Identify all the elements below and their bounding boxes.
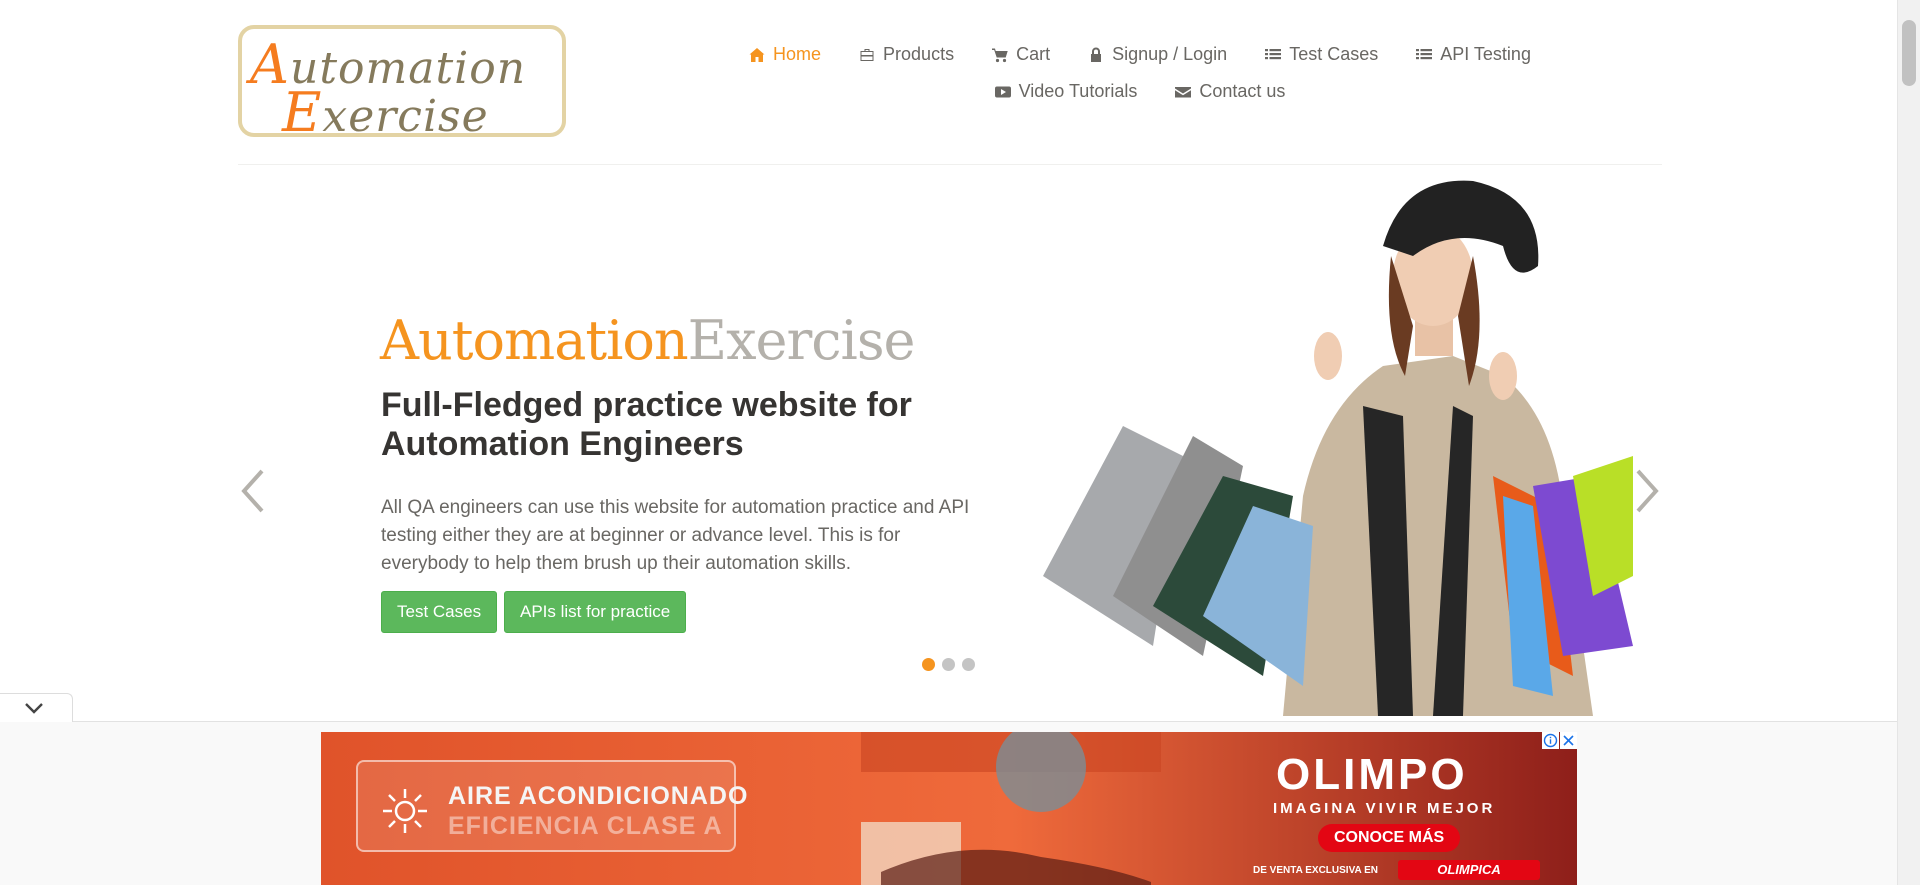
ad-close-button[interactable]: [1560, 732, 1577, 749]
nav-test-cases[interactable]: Test Cases: [1265, 44, 1378, 65]
ad-brand-name: OLIMPO: [1276, 750, 1468, 799]
briefcase-icon: [860, 48, 874, 61]
ad-exclusive-text: DE VENTA EXCLUSIVA EN: [1253, 865, 1379, 876]
carousel-prev-button[interactable]: [238, 466, 268, 516]
ad-subheadline: EFICIENCIA CLASE A: [448, 812, 723, 840]
nav-products[interactable]: Products: [859, 44, 954, 65]
logo-line-2: Exercise: [282, 81, 489, 144]
main-nav: Home Products Cart Signup / Login Test C…: [720, 36, 1560, 110]
hero-headline: Full-Fledged practice website for Automa…: [381, 386, 912, 463]
envelope-icon: [1175, 86, 1192, 97]
ad-store-logo: OLIMPICA: [1398, 860, 1540, 880]
header-divider: [238, 164, 1662, 165]
chevron-right-icon: [1636, 469, 1659, 513]
snowflake-sun-icon: [383, 789, 427, 833]
advertisement[interactable]: AIRE ACONDICIONADO EFICIENCIA CLASE A OL…: [321, 732, 1577, 885]
site-logo[interactable]: Automation Exercise: [238, 25, 566, 144]
page-scrollbar[interactable]: [1897, 0, 1920, 885]
nav-api-testing[interactable]: API Testing: [1416, 44, 1531, 65]
ad-info-button[interactable]: [1542, 732, 1559, 749]
carousel-dot-1[interactable]: [922, 658, 935, 671]
hero-carousel: AutomationExercise Full-Fledged practice…: [238, 176, 1662, 716]
carousel-next-button[interactable]: [1632, 466, 1662, 516]
hero-description: All QA engineers can use this website fo…: [381, 497, 970, 574]
chevron-down-icon: [25, 703, 43, 714]
ad-headline: AIRE ACONDICIONADO: [448, 782, 749, 810]
nav-signup-login[interactable]: Signup / Login: [1088, 44, 1227, 65]
list-icon: [1265, 48, 1282, 59]
ad-cta-button[interactable]: CONOCE MÁS: [1318, 824, 1461, 852]
list-icon: [1416, 48, 1433, 59]
carousel-indicators: [922, 658, 975, 671]
cart-icon: [992, 48, 1008, 62]
apis-list-button[interactable]: APIs list for practice: [504, 591, 687, 633]
ad-feature-box: AIRE ACONDICIONADO EFICIENCIA CLASE A: [356, 760, 747, 852]
close-icon: [1563, 735, 1574, 746]
hero-brand-title: AutomationExercise: [380, 309, 915, 372]
ad-collapse-toggle[interactable]: [0, 693, 73, 722]
nav-home[interactable]: Home: [749, 44, 821, 65]
nav-cart[interactable]: Cart: [992, 44, 1050, 65]
carousel-dot-2[interactable]: [942, 658, 955, 671]
page: Automation Exercise Home Products Cart S…: [0, 0, 1898, 885]
ad-tagline: IMAGINA VIVIR MEJOR: [1273, 800, 1496, 817]
youtube-play-icon: [994, 86, 1011, 97]
lock-icon: [1091, 47, 1102, 62]
nav-contact-us[interactable]: Contact us: [1175, 81, 1285, 102]
scrollbar-thumb[interactable]: [1902, 20, 1916, 86]
test-cases-button[interactable]: Test Cases: [381, 591, 498, 633]
home-icon: [749, 47, 765, 62]
carousel-dot-3[interactable]: [962, 658, 975, 671]
nav-video-tutorials[interactable]: Video Tutorials: [994, 81, 1137, 102]
hero-shopping-girl-image: [1043, 180, 1633, 716]
info-icon: [1543, 733, 1558, 748]
chevron-left-icon: [241, 469, 264, 513]
